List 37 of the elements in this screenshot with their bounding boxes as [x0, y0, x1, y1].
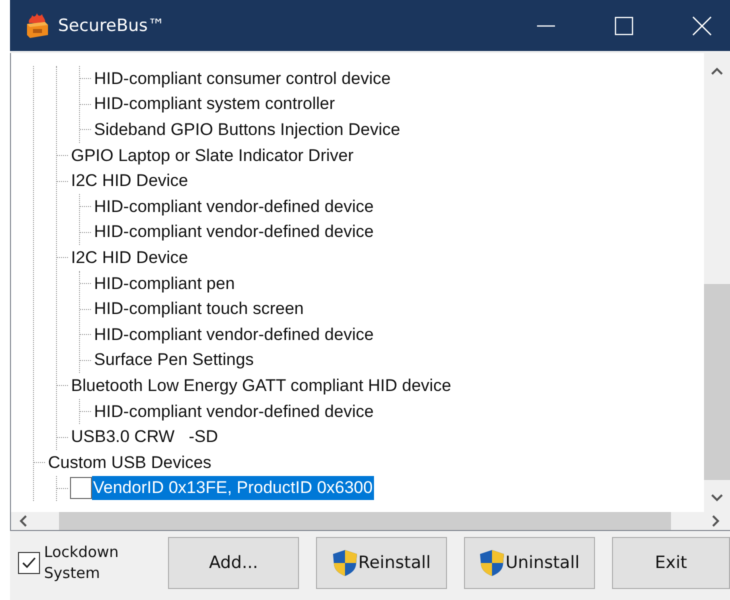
tree-item[interactable]: GPIO Laptop or Slate Indicator Driver [70, 144, 355, 168]
scroll-up-icon[interactable] [711, 67, 723, 75]
lockdown-checkbox[interactable] [18, 552, 40, 574]
tree-item[interactable]: HID-compliant vendor-defined device [93, 322, 375, 347]
lockdown-label: Lockdown System [44, 542, 120, 584]
shield-icon [332, 549, 358, 577]
action-button[interactable]: Exit [612, 537, 730, 589]
tree-item[interactable]: HID-compliant vendor-defined device [93, 400, 375, 424]
close-icon[interactable] [692, 16, 712, 36]
tree-item[interactable]: VendorID 0x13FE, ProductID 0x6300 [92, 476, 374, 500]
scrollbar-thumb[interactable] [704, 284, 730, 480]
tree-item[interactable]: Sideband GPIO Buttons Injection Device [93, 118, 402, 142]
tree-item[interactable]: Surface Pen Settings [93, 348, 255, 372]
tree-item[interactable]: HID-compliant consumer control device [93, 66, 392, 91]
tree-item[interactable]: USB3.0 CRW -SD [70, 425, 220, 450]
device-checkbox[interactable] [70, 477, 92, 500]
tree-item[interactable]: HID-compliant vendor-defined device [93, 220, 375, 244]
tree-item[interactable]: Bluetooth Low Energy GATT compliant HID device [70, 374, 452, 398]
maximize-icon[interactable] [614, 16, 634, 36]
scroll-right-icon[interactable] [712, 515, 720, 527]
tree-item[interactable]: HID-compliant touch screen [93, 297, 305, 322]
tree-item[interactable]: I2C HID Device [70, 246, 190, 270]
tree-item[interactable]: Custom USB Devices [47, 450, 212, 475]
tree-item[interactable]: I2C HID Device [70, 169, 190, 194]
tree-item[interactable]: HID-compliant pen [93, 272, 236, 296]
check-icon [22, 556, 36, 570]
window-title: SecureBus™ [58, 16, 165, 36]
shield-icon [479, 549, 506, 577]
action-button[interactable]: Reinstall [316, 537, 447, 589]
scroll-down-icon[interactable] [711, 494, 723, 502]
action-button[interactable]: Uninstall [464, 537, 595, 589]
tree-item[interactable]: HID-compliant system controller [93, 92, 336, 116]
app-icon [24, 12, 50, 38]
vertical-scrollbar[interactable] [704, 53, 730, 512]
tree-item[interactable]: HID-compliant vendor-defined device [93, 194, 375, 219]
action-button[interactable]: Add... [168, 537, 299, 589]
scroll-left-icon[interactable] [19, 515, 27, 527]
